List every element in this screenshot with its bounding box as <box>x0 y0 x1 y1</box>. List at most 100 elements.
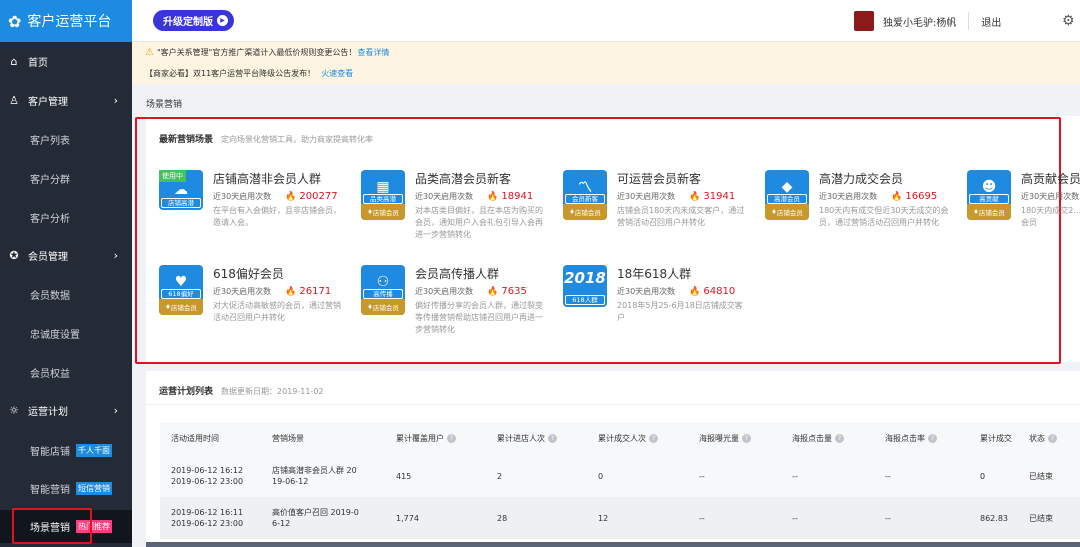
help-icon[interactable]: ? <box>742 434 751 443</box>
scene-desc: 对本店类目偏好，且在本店为购买的会员，通知用户入会礼包引导入会再进一步营销转化 <box>415 206 543 239</box>
shield-icon: ♦ 店铺会员 <box>159 299 203 315</box>
sidebar-item-customer-list[interactable]: 客户列表 <box>0 128 132 150</box>
scene-name: 高潜力成交会员 <box>819 172 904 186</box>
column-header: 海报点击率? <box>874 422 969 455</box>
star-circle-icon: ✪ <box>9 248 19 262</box>
heart-icon: ♥ 618偏好 ♦ 店铺会员 <box>159 265 203 315</box>
usage-count: 26171 <box>299 286 332 297</box>
sidebar-item-customer-group[interactable]: 客户分群 <box>0 167 132 189</box>
table-row[interactable]: 2019-06-12 16:12 2019-06-12 23:00 店铺高潜非会员… <box>160 455 1080 497</box>
flame-icon: 🔥 <box>891 192 903 202</box>
sidebar-item-customer-mgmt[interactable]: ♙ 客户管理 › <box>0 89 132 111</box>
scene-name: 高贡献会员 <box>1021 172 1080 186</box>
header-label: 海报点击量 <box>792 434 832 443</box>
table-cell: -- <box>781 497 874 539</box>
user-area: 独爱小毛驴:杨帆 退出 <box>854 11 1001 31</box>
brand-bar[interactable]: ✿ 客户运营平台 <box>0 0 132 42</box>
brand-logo-icon: ✿ <box>8 11 22 31</box>
flame-icon: 🔥 <box>285 192 297 202</box>
user-group-icon: ♙ <box>9 93 19 107</box>
table-row[interactable]: 2019-06-12 16:11 2019-06-12 23:00 高价值客户召回… <box>160 497 1080 539</box>
scene-icon-label: 高贡献 <box>969 194 1009 204</box>
sidebar-item-member-rights[interactable]: 会员权益 <box>0 361 132 383</box>
help-icon[interactable]: ? <box>649 434 658 443</box>
sidebar: ✿ 客户运营平台 ⌂ 首页 ♙ 客户管理 › 客户列表 客户分群 客户分析 ✪ … <box>0 0 132 547</box>
scene-meta: 近30天启用次数 🔥 7635 <box>415 286 527 297</box>
column-header: 海报曝光量? <box>688 422 781 455</box>
usage-label: 近30天启用次数 <box>213 192 272 201</box>
notice-text: 【商家必看】双11客户运营平台降级公告发布！ <box>145 69 316 78</box>
sidebar-item-label: 会员管理 <box>28 251 68 263</box>
help-icon[interactable]: ? <box>1048 434 1057 443</box>
table-cell: -- <box>874 455 969 497</box>
scene-icon-label: 品类高潜 <box>363 194 403 204</box>
bottom-scroll-strip[interactable] <box>146 542 1080 547</box>
scene-icon-bottom: 店铺会员 <box>372 304 399 312</box>
sidebar-item-smart-marketing[interactable]: 智能营销 短信营销 <box>0 477 132 499</box>
help-icon[interactable]: ? <box>928 434 937 443</box>
scene-icon-label: 高传播 <box>363 289 403 299</box>
sidebar-item-label: 客户列表 <box>30 135 70 147</box>
settings-icon[interactable]: ⚙ <box>1062 13 1075 29</box>
scene-card[interactable]: 使用中 ☁ 店铺高潜 店铺高潜非会员人群 近30天启用次数 🔥 200277 在平台… <box>159 170 349 260</box>
table-cell: 高价值客户召回 2019-0 6-12 <box>261 497 385 539</box>
column-header: 海报点击量? <box>781 422 874 455</box>
notice-link[interactable]: 火速查看 <box>321 68 353 79</box>
header-label: 海报曝光量 <box>699 434 739 443</box>
help-icon[interactable]: ? <box>447 434 456 443</box>
scene-card[interactable]: ♥ 618偏好 ♦ 店铺会员 618偏好会员 近30天启用次数 🔥 26171 对大促… <box>159 265 349 355</box>
notice-text: "客户关系管理"官方推广渠道计入最低价规则变更公告！ <box>156 48 357 57</box>
header-label: 海报点击率 <box>885 434 925 443</box>
plans-title-text: 运营计划列表 <box>159 387 214 397</box>
sidebar-item-home[interactable]: ⌂ 首页 <box>0 50 132 72</box>
sidebar-item-smart-store[interactable]: 智能店铺 千人千面 <box>0 439 132 461</box>
sidebar-item-member-data[interactable]: 会员数据 <box>0 283 132 305</box>
scene-card[interactable]: ☻ 高贡献 ♦店铺会员 高贡献会员 近30天启用次数 180天内成交2...会员… <box>967 170 1080 260</box>
logout-link[interactable]: 退出 <box>981 14 1001 29</box>
sidebar-item-ops-plan[interactable]: ☼ 运营计划 › <box>0 399 132 421</box>
user-name[interactable]: 独爱小毛驴:杨帆 <box>883 14 956 29</box>
table-cell: 2019-06-12 16:12 2019-06-12 23:00 <box>160 455 261 497</box>
icon-year-text: 2018 <box>564 269 606 287</box>
scene-card[interactable]: ⚇ 高传播 ♦ 店铺会员 会员高传播人群 近30天启用次数 🔥 7635 偏好传播分享… <box>361 265 551 355</box>
header-label: 累计成交人次 <box>598 434 646 443</box>
help-icon[interactable]: ? <box>548 434 557 443</box>
table-cell: -- <box>874 497 969 539</box>
app-root: ✿ 客户运营平台 ⌂ 首页 ♙ 客户管理 › 客户列表 客户分群 客户分析 ✪ … <box>0 0 1080 547</box>
scene-card[interactable]: ◆ 高潜会员 ♦ 店铺会员 高潜力成交会员 近30天启用次数 🔥 16695 180天… <box>765 170 955 260</box>
sidebar-item-label: 客户分群 <box>30 174 70 186</box>
sidebar-item-member-mgmt[interactable]: ✪ 会员管理 › <box>0 244 132 266</box>
scene-desc: 180天内成交2...会员，或近30...的会员 <box>1021 206 1080 227</box>
header-label: 累计成交 <box>980 434 1012 443</box>
usage-count: 18941 <box>501 191 534 202</box>
scene-meta: 近30天启用次数 🔥 64810 <box>617 286 735 297</box>
notice-link[interactable]: 查看详情 <box>357 47 389 58</box>
warning-icon: ⚠ <box>145 47 154 58</box>
table-cell: 2019-06-12 16:11 2019-06-12 23:00 <box>160 497 261 539</box>
scene-desc: 在平台有入会偏好，且非店铺会员，邀请入会。 <box>213 206 341 227</box>
avatar[interactable] <box>854 11 874 31</box>
sidebar-item-customer-analysis[interactable]: 客户分析 <box>0 206 132 228</box>
column-header: 活动适用时间 <box>160 422 261 455</box>
column-header: 营销场景 <box>261 422 385 455</box>
scene-desc: 2018年5月25-6月18日店铺成交客户 <box>617 301 743 322</box>
scene-icon-label: 618人群 <box>565 295 605 305</box>
scene-icon-bottom: 店铺会员 <box>978 209 1005 217</box>
scene-name: 店铺高潜非会员人群 <box>213 172 322 186</box>
scene-icon-label: 高潜会员 <box>767 194 807 204</box>
sidebar-item-loyalty[interactable]: 忠诚度设置 <box>0 322 132 344</box>
usage-count: 16695 <box>905 191 938 202</box>
help-icon[interactable]: ? <box>835 434 844 443</box>
upgrade-button[interactable]: 升级定制版 ▶ <box>153 10 234 31</box>
column-header: 累计成交人次? <box>587 422 688 455</box>
play-icon: ▶ <box>217 15 228 26</box>
scene-card[interactable]: ▦ 品类高潜 ♦ 店铺会员 品类高潜会员新客 近30天启用次数 🔥 18941 对本店… <box>361 170 551 260</box>
sidebar-item-label: 忠诚度设置 <box>30 329 80 341</box>
highlight-box-sidebar <box>12 508 92 544</box>
diamond-icon: ◆ 高潜会员 ♦ 店铺会员 <box>765 170 809 220</box>
usage-label: 近30天启用次数 <box>819 192 878 201</box>
plans-table: 活动适用时间 营销场景 累计覆盖用户? 累计进店人次? 累计成交人次? 海报曝光… <box>160 422 1080 539</box>
notice-bar-2: 【商家必看】双11客户运营平台降级公告发布！ 火速查看 <box>132 63 1080 84</box>
scene-card[interactable]: 〽 会员新客 ♦ 店铺会员 可运营会员新客 近30天启用次数 🔥 31941 店铺会员… <box>563 170 753 260</box>
scene-card[interactable]: 2018 618人群 18年618人群 近30天启用次数 🔥 64810 2018年… <box>563 265 753 355</box>
